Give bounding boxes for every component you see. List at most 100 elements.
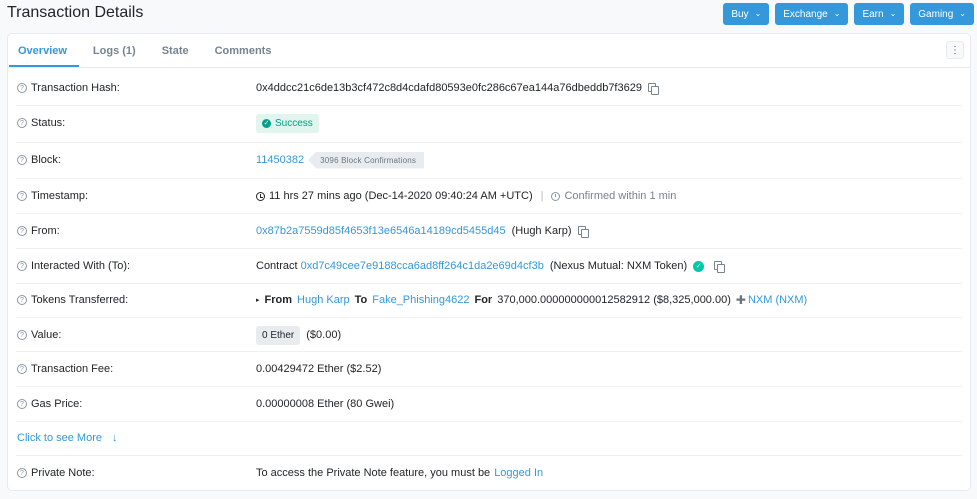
hash-label-text: Transaction Hash: — [31, 82, 120, 94]
timestamp-row: ? Timestamp: 11 hrs 27 mins ago (Dec-14-2… — [8, 186, 970, 206]
confirmed-within: Confirmed within 1 min — [564, 190, 677, 202]
divider — [16, 283, 962, 284]
earn-button[interactable]: Earn ⌄ — [854, 3, 905, 25]
gas-value: 0.00000008 Ether (80 Gwei) — [256, 398, 394, 410]
help-icon: ? — [17, 83, 27, 93]
timestamp-label: ? Timestamp: — [17, 190, 88, 202]
gas-row: ? Gas Price: 0.00000008 Ether (80 Gwei) — [8, 394, 970, 414]
note-label-text: Private Note: — [31, 467, 95, 479]
divider — [16, 142, 962, 143]
token-logo-icon: ✚ — [735, 293, 746, 307]
transaction-card: Overview Logs (1) State Comments ⋮ ? Tran… — [7, 33, 971, 491]
block-confirmations-badge: 3096 Block Confirmations — [308, 151, 425, 169]
buy-button-label: Buy — [731, 8, 749, 20]
copy-icon[interactable] — [714, 261, 726, 273]
more-row: Click to see More ↓ — [8, 428, 970, 448]
timestamp-label-text: Timestamp: — [31, 190, 89, 202]
caret-right-icon: ▸ — [256, 297, 260, 304]
tokens-row: ? Tokens Transferred: ▸ From Hugh Karp To… — [8, 290, 970, 310]
value-value: 0 Ether ($0.00) — [256, 325, 341, 345]
divider — [16, 455, 962, 456]
contract-address-link[interactable]: 0xd7c49cee7e9188cca6ad8ff264c1da2e69d4cf… — [301, 260, 544, 272]
tokens-amount: 370,000.000000000012582912 ($8,325,000.0… — [497, 294, 731, 306]
exchange-button[interactable]: Exchange ⌄ — [775, 3, 849, 25]
contract-prefix: Contract — [256, 260, 298, 272]
help-icon: ? — [17, 261, 27, 271]
from-row: ? From: 0x87b2a7559d85f4653f13e6546a14189… — [8, 221, 970, 241]
block-value: 11450382 3096 Block Confirmations — [256, 151, 425, 169]
value-row: ? Value: 0 Ether ($0.00) — [8, 324, 970, 346]
from-label-text: From: — [31, 225, 60, 237]
contract-name: (Nexus Mutual: NXM Token) — [549, 260, 688, 272]
status-badge: ✓ Success — [256, 113, 319, 133]
from-address-link[interactable]: 0x87b2a7559d85f4653f13e6546a14189cd5455d… — [256, 225, 506, 237]
tab-logs[interactable]: Logs (1) — [81, 34, 148, 67]
more-options-icon[interactable]: ⋮ — [946, 41, 964, 59]
tokens-to-label: To — [354, 294, 368, 306]
chevron-down-icon: ⌄ — [959, 8, 966, 18]
tab-comments[interactable]: Comments — [203, 34, 284, 67]
login-link[interactable]: Logged In — [494, 467, 543, 479]
divider — [16, 248, 962, 249]
ether-badge: 0 Ether — [256, 325, 301, 345]
note-value: To access the Private Note feature, you … — [256, 467, 543, 479]
top-button-group: Buy ⌄ Exchange ⌄ Earn ⌄ Gaming ⌄ — [723, 3, 974, 25]
status-label: ? Status: — [17, 117, 65, 129]
chevron-down-icon: ⌄ — [833, 8, 841, 18]
timer-icon — [551, 191, 561, 201]
exchange-button-label: Exchange — [783, 8, 828, 20]
note-label: ? Private Note: — [17, 467, 95, 479]
gas-label: ? Gas Price: — [17, 398, 82, 410]
tokens-label-text: Tokens Transferred: — [31, 294, 129, 306]
tokens-from-link[interactable]: Hugh Karp — [297, 294, 350, 306]
block-number-link[interactable]: 11450382 — [256, 154, 304, 166]
divider — [16, 105, 962, 106]
help-icon: ? — [17, 155, 27, 165]
tab-state[interactable]: State — [150, 34, 201, 67]
tab-overview[interactable]: Overview — [9, 34, 79, 67]
clock-icon — [256, 191, 265, 201]
divider — [16, 421, 962, 422]
verified-check-icon: ✓ — [693, 260, 705, 272]
status-row: ? Status: ✓ Success — [8, 112, 970, 134]
help-icon: ? — [17, 399, 27, 409]
value-label-text: Value: — [31, 329, 62, 341]
block-label-text: Block: — [31, 154, 61, 166]
arrow-down-icon: ↓ — [111, 432, 118, 444]
fee-label-text: Transaction Fee: — [31, 363, 114, 375]
help-icon: ? — [17, 295, 27, 305]
fee-value: 0.00429472 Ether ($2.52) — [256, 363, 381, 375]
token-name-link[interactable]: NXM (NXM) — [748, 294, 807, 306]
page-title: Transaction Details — [7, 4, 144, 21]
help-icon: ? — [17, 468, 27, 478]
fee-label: ? Transaction Fee: — [17, 363, 113, 375]
tokens-value: ▸ From Hugh Karp To Fake_Phishing4622 Fo… — [256, 293, 807, 307]
copy-icon[interactable] — [647, 83, 659, 95]
note-row: ? Private Note: To access the Private Not… — [8, 463, 970, 483]
divider — [16, 178, 962, 179]
copy-icon[interactable] — [577, 226, 589, 238]
buy-button[interactable]: Buy ⌄ — [723, 3, 770, 25]
help-icon: ? — [17, 364, 27, 374]
transaction-hash: 0x4ddcc21c6de13b3cf472c8d4cdafd80593e0fc… — [256, 82, 642, 94]
separator: | — [540, 190, 544, 202]
value-label: ? Value: — [17, 329, 61, 341]
divider — [16, 351, 962, 352]
from-name: (Hugh Karp) — [511, 225, 572, 237]
transaction-fee: 0.00429472 Ether ($2.52) — [256, 363, 382, 375]
tokens-to-link[interactable]: Fake_Phishing4622 — [372, 294, 469, 306]
to-label: ? Interacted With (To): — [17, 260, 130, 272]
help-icon: ? — [17, 191, 27, 201]
help-icon: ? — [17, 226, 27, 236]
status-label-text: Status: — [31, 117, 66, 129]
status-value: ✓ Success — [256, 113, 319, 133]
check-circle-icon: ✓ — [262, 118, 271, 128]
gaming-button[interactable]: Gaming ⌄ — [910, 3, 974, 25]
help-icon: ? — [17, 330, 27, 340]
divider — [16, 213, 962, 214]
from-label: ? From: — [17, 225, 60, 237]
block-row: ? Block: 11450382 3096 Block Confirmations — [8, 149, 970, 171]
to-value: Contract 0xd7c49cee7e9188cca6ad8ff264c1da… — [256, 260, 726, 273]
note-text: To access the Private Note feature, you … — [256, 467, 491, 479]
see-more-button[interactable]: Click to see More ↓ — [17, 432, 117, 444]
